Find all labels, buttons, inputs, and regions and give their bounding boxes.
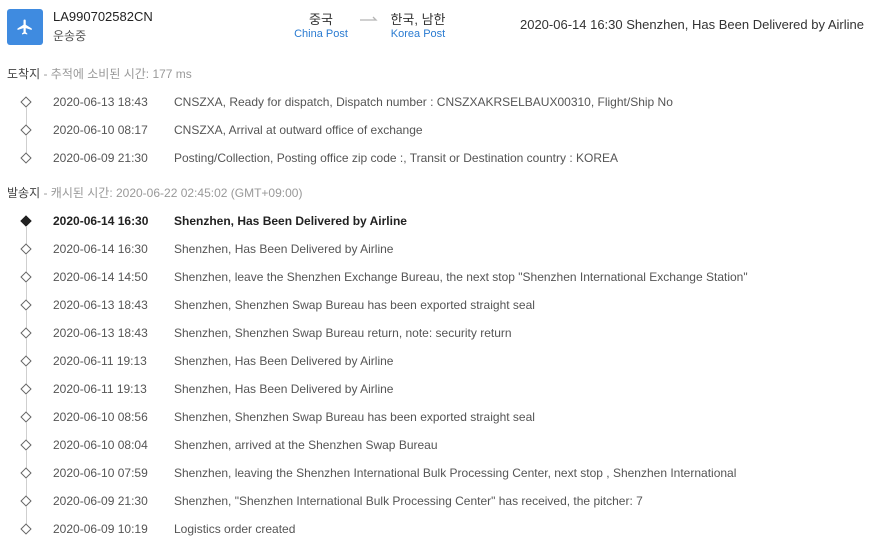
- origin-label: 발송지: [7, 186, 41, 200]
- event-date: 2020-06-14 16:30: [53, 214, 149, 228]
- event-date: 2020-06-13 18:43: [53, 298, 148, 312]
- timeline-diamond-icon: [20, 96, 32, 108]
- event-description: Shenzhen, Has Been Delivered by Airline: [174, 354, 394, 368]
- timeline-diamond-icon: [20, 467, 32, 479]
- event-row: 2020-06-09 10:19 Logistics order created: [0, 516, 875, 541]
- event-row: 2020-06-10 08:04 Shenzhen, arrived at the…: [0, 432, 875, 468]
- timeline-diamond-icon: [20, 411, 32, 423]
- event-row: 2020-06-10 07:59 Shenzhen, leaving the Sh…: [0, 460, 875, 496]
- event-row: 2020-06-14 16:30 Shenzhen, Has Been Deliv…: [0, 208, 875, 244]
- latest-event: 2020-06-14 16:30 Shenzhen, Has Been Deli…: [519, 17, 864, 32]
- event-date: 2020-06-11 19:13: [53, 382, 147, 396]
- destination-carrier-link[interactable]: Korea Post: [384, 28, 452, 40]
- event-date: 2020-06-13 18:43: [53, 326, 148, 340]
- timeline-diamond-icon: [20, 439, 32, 451]
- event-row: 2020-06-13 18:43 Shenzhen, Shenzhen Swap …: [0, 320, 875, 356]
- event-row: 2020-06-11 19:13 Shenzhen, Has Been Deliv…: [0, 376, 875, 412]
- event-row: 2020-06-14 16:30 Shenzhen, Has Been Deliv…: [0, 236, 875, 272]
- event-date: 2020-06-14 16:30: [53, 242, 148, 256]
- airplane-icon: [7, 9, 43, 45]
- event-description: Logistics order created: [174, 522, 296, 536]
- event-description: Posting/Collection, Posting office zip c…: [174, 151, 618, 165]
- event-description: Shenzhen, leave the Shenzhen Exchange Bu…: [174, 270, 748, 284]
- event-row: 2020-06-10 08:17 CNSZXA, Arrival at outwa…: [0, 117, 875, 153]
- event-description: Shenzhen, "Shenzhen International Bulk P…: [174, 494, 643, 508]
- origin-section-title: 발송지 - 캐시된 시간: 2020-06-22 02:45:02 (GMT+0…: [7, 184, 302, 201]
- timeline-diamond-icon: [20, 152, 32, 164]
- event-description: Shenzhen, Shenzhen Swap Bureau has been …: [174, 410, 535, 424]
- timeline-diamond-icon: [20, 495, 32, 507]
- timeline-diamond-icon: [20, 299, 32, 311]
- event-date: 2020-06-09 10:19: [53, 522, 148, 536]
- timeline-diamond-icon: [20, 271, 32, 283]
- origin-meta: - 캐시된 시간: 2020-06-22 02:45:02 (GMT+09:00…: [40, 186, 303, 200]
- event-description: CNSZXA, Ready for dispatch, Dispatch num…: [174, 95, 673, 109]
- event-row: 2020-06-09 21:30 Posting/Collection, Post…: [0, 145, 875, 173]
- timeline-diamond-icon: [20, 243, 32, 255]
- event-date: 2020-06-10 07:59: [53, 466, 148, 480]
- timeline-diamond-icon: [20, 355, 32, 367]
- event-date: 2020-06-10 08:04: [53, 438, 148, 452]
- event-date: 2020-06-09 21:30: [53, 151, 148, 165]
- destination-meta: - 추적에 소비된 시간: 177 ms: [40, 67, 192, 81]
- origin-carrier-link[interactable]: China Post: [288, 28, 354, 40]
- timeline-diamond-icon: [20, 383, 32, 395]
- event-description: Shenzhen, Has Been Delivered by Airline: [174, 382, 394, 396]
- event-row: 2020-06-13 18:43 Shenzhen, Shenzhen Swap …: [0, 292, 875, 328]
- event-description: Shenzhen, Shenzhen Swap Bureau has been …: [174, 298, 535, 312]
- event-date: 2020-06-10 08:56: [53, 410, 148, 424]
- destination-country: 한국, 남한: [390, 12, 446, 27]
- tracking-header: LA990702582CN 운송중 중국 China Post 한국, 남한 K…: [0, 0, 875, 54]
- shipment-status: 운송중: [53, 29, 87, 43]
- event-date: 2020-06-13 18:43: [53, 95, 148, 109]
- event-date: 2020-06-09 21:30: [53, 494, 148, 508]
- event-row: 2020-06-14 14:50 Shenzhen, leave the Shen…: [0, 264, 875, 300]
- route-arrow-icon: [360, 16, 378, 21]
- destination-section-title: 도착지 - 추적에 소비된 시간: 177 ms: [7, 65, 192, 82]
- event-description: Shenzhen, Has Been Delivered by Airline: [174, 214, 407, 228]
- timeline-diamond-icon: [20, 124, 32, 136]
- event-row: 2020-06-09 21:30 Shenzhen, "Shenzhen Inte…: [0, 488, 875, 524]
- event-description: Shenzhen, leaving the Shenzhen Internati…: [174, 466, 737, 480]
- event-row: 2020-06-11 19:13 Shenzhen, Has Been Deliv…: [0, 348, 875, 384]
- event-date: 2020-06-11 19:13: [53, 354, 147, 368]
- timeline-diamond-icon: [20, 215, 32, 227]
- event-row: 2020-06-10 08:56 Shenzhen, Shenzhen Swap …: [0, 404, 875, 440]
- origin-country: 중국: [309, 12, 333, 27]
- timeline-diamond-icon: [20, 327, 32, 339]
- event-description: Shenzhen, Shenzhen Swap Bureau return, n…: [174, 326, 512, 340]
- timeline-diamond-icon: [20, 523, 32, 535]
- event-row: 2020-06-13 18:43 CNSZXA, Ready for dispat…: [0, 89, 875, 125]
- event-date: 2020-06-10 08:17: [53, 123, 148, 137]
- tracking-number: LA990702582CN: [53, 9, 153, 24]
- destination-label: 도착지: [7, 67, 41, 81]
- event-description: Shenzhen, arrived at the Shenzhen Swap B…: [174, 438, 438, 452]
- event-description: CNSZXA, Arrival at outward office of exc…: [174, 123, 423, 137]
- event-description: Shenzhen, Has Been Delivered by Airline: [174, 242, 394, 256]
- event-date: 2020-06-14 14:50: [53, 270, 148, 284]
